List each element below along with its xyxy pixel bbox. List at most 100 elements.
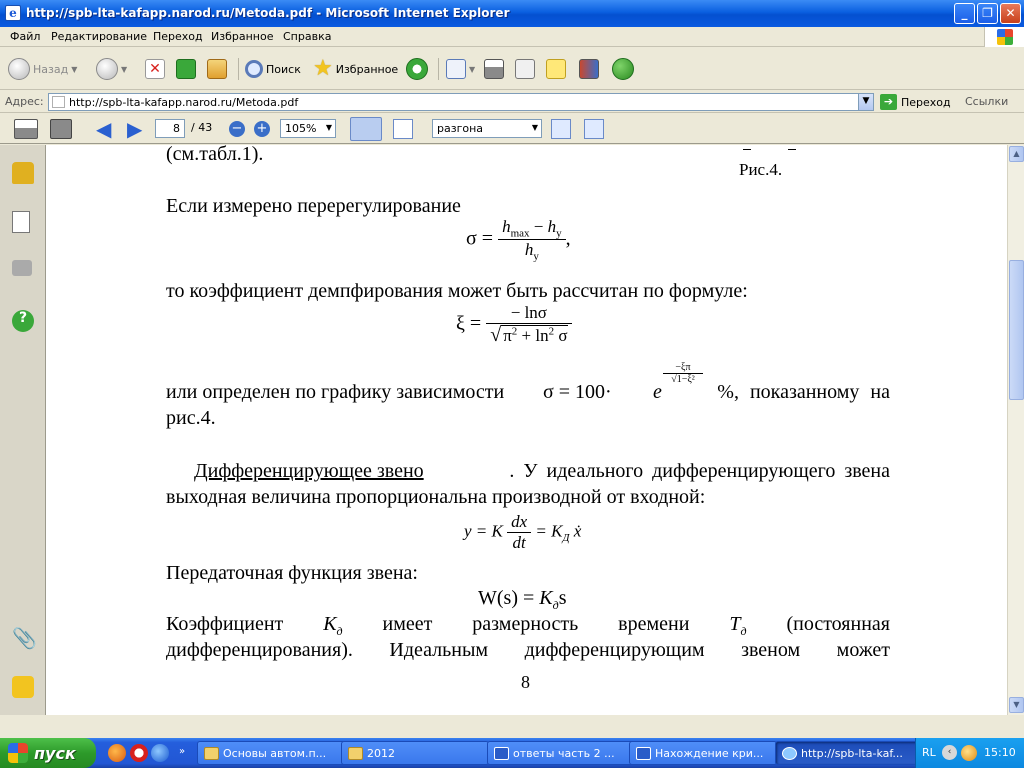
fit-page-icon[interactable] [393,119,413,139]
taskbar-item[interactable]: Основы автом.п... [197,741,345,765]
word-doc-icon [494,746,509,760]
zoom-in-icon[interactable]: + [254,121,270,137]
mail-icon [446,59,466,79]
chevron-left-icon[interactable]: ‹ [942,745,957,760]
menu-edit[interactable]: Редактирование [51,30,147,43]
vertical-scrollbar[interactable]: ▲ ▼ [1007,145,1024,715]
print-button[interactable] [484,56,504,82]
refresh-button[interactable] [176,56,196,82]
next-page-icon[interactable]: ▶ [127,119,149,139]
eq-text: = K [531,521,563,541]
start-label: пуск [34,743,76,763]
find-previous-icon[interactable] [551,119,571,139]
binoculars-icon[interactable] [12,260,32,276]
close-button[interactable]: ✕ [1000,3,1021,24]
menu-favorites[interactable]: Избранное [211,30,273,43]
scroll-down-icon[interactable]: ▼ [1009,697,1024,713]
comments-icon[interactable] [12,676,34,698]
go-button[interactable]: ➔ Переход [880,94,951,110]
windows-flag-icon [8,743,28,763]
zoom-out-icon[interactable]: − [229,121,245,137]
minimize-button[interactable]: _ [954,3,975,24]
note-icon [546,59,566,79]
chevron-double-icon[interactable]: » [179,746,185,757]
eq-text: + ln [517,326,549,345]
taskbar-item[interactable]: 2012 [341,741,489,765]
word-doc-icon [636,746,651,760]
history-button[interactable] [406,56,428,82]
stop-button[interactable]: ✕ [145,56,165,82]
eq-text: K [539,587,553,609]
links-button[interactable]: Ссылки [965,95,1008,108]
eq-text: π [503,326,512,345]
fit-width-icon[interactable] [350,117,382,141]
find-next-icon[interactable] [584,119,604,139]
pdf-save-icon[interactable] [50,119,72,139]
taskbar-item[interactable]: Нахождение кри... [629,741,777,765]
doc-word: Коэффициент [166,613,284,635]
maximize-button[interactable]: ❐ [977,3,998,24]
address-bar: Адрес: http://spb-lta-kafapp.narod.ru/Me… [0,91,1024,113]
figure-caption: Рис.4. [739,160,783,179]
taskbar-item-label: 2012 [367,746,395,760]
eq-text: −ξπ [663,362,703,374]
pdf-search-input[interactable]: разгона ▼ [432,119,542,138]
home-button[interactable] [207,56,227,82]
doc-word: имеет [382,613,433,635]
taskbar-item[interactable]: ответы часть 2 ... [487,741,635,765]
research-button[interactable] [579,56,599,82]
status-area [0,715,1024,738]
chevron-down-icon: ▼ [121,64,128,74]
ie-icon[interactable] [151,744,169,762]
menu-go[interactable]: Переход [153,30,203,43]
language-indicator[interactable]: RL [922,746,936,759]
doc-word: T [729,613,741,635]
taskbar-item-active[interactable]: http://spb-lta-kaf... [775,741,923,765]
paperclip-icon[interactable]: 📎 [12,627,37,649]
chevron-down-icon: ▼ [325,123,332,132]
menu-help[interactable]: Справка [283,30,331,43]
edit-button[interactable] [515,56,535,82]
discuss-button[interactable] [546,56,566,82]
menu-file[interactable]: Файл [10,30,40,43]
favorites-label: Избранное [335,62,399,76]
eq-sub: y [533,250,539,263]
doc-word: (постоянная [786,613,890,635]
doc-text-line: (см.табл.1). [166,145,264,165]
eq-text: W(s) = [478,587,540,609]
favorites-button[interactable]: ★ Избранное [313,56,398,82]
start-button[interactable]: пуск [0,738,96,768]
home-icon [207,59,227,79]
page-number-input[interactable]: 8 [155,119,185,138]
doc-paragraph: или определен по графику зависимости σ =… [166,362,890,403]
chevron-down-icon: ▼ [469,64,476,74]
help-icon[interactable]: ? [12,310,34,332]
messenger-button[interactable] [612,56,634,82]
firefox-icon[interactable] [108,744,126,762]
eq-text: − lnσ [486,303,572,324]
scroll-thumb[interactable] [1009,260,1024,400]
pdf-document-view[interactable]: (см.табл.1). Рис.4. Если измерено перере… [46,145,1007,715]
page-icon [52,96,65,108]
doc-word: размерность [472,613,579,635]
title-bar[interactable]: e http://spb-lta-kafapp.narod.ru/Metoda.… [0,0,1024,27]
pdf-print-icon[interactable] [14,119,38,139]
forward-button[interactable]: ▼ [96,56,127,82]
prev-page-icon[interactable]: ◀ [96,119,118,139]
overshoot-formula: σ = hmax − hy hy , [466,217,571,263]
lock-icon[interactable] [12,162,34,184]
opera-icon[interactable] [130,744,148,762]
back-label: Назад [33,62,69,76]
search-button[interactable]: Поиск [245,56,301,82]
taskbar-item-label: Нахождение кри... [655,746,764,760]
scroll-up-icon[interactable]: ▲ [1009,146,1024,162]
zoom-select[interactable]: 105% ▼ [280,119,336,138]
chevron-down-icon[interactable]: ▼ [858,94,873,110]
doc-paragraph: Если измерено перерегулирование [166,195,461,217]
mail-button[interactable]: ▼ [446,56,475,82]
pages-icon[interactable] [12,211,30,233]
menu-bar: Файл Редактирование Переход Избранное Сп… [0,27,1024,47]
tray-app-icon[interactable] [961,745,977,761]
address-input[interactable]: http://spb-lta-kafapp.narod.ru/Metoda.pd… [48,93,874,111]
back-button[interactable]: Назад ▼ [8,56,77,82]
